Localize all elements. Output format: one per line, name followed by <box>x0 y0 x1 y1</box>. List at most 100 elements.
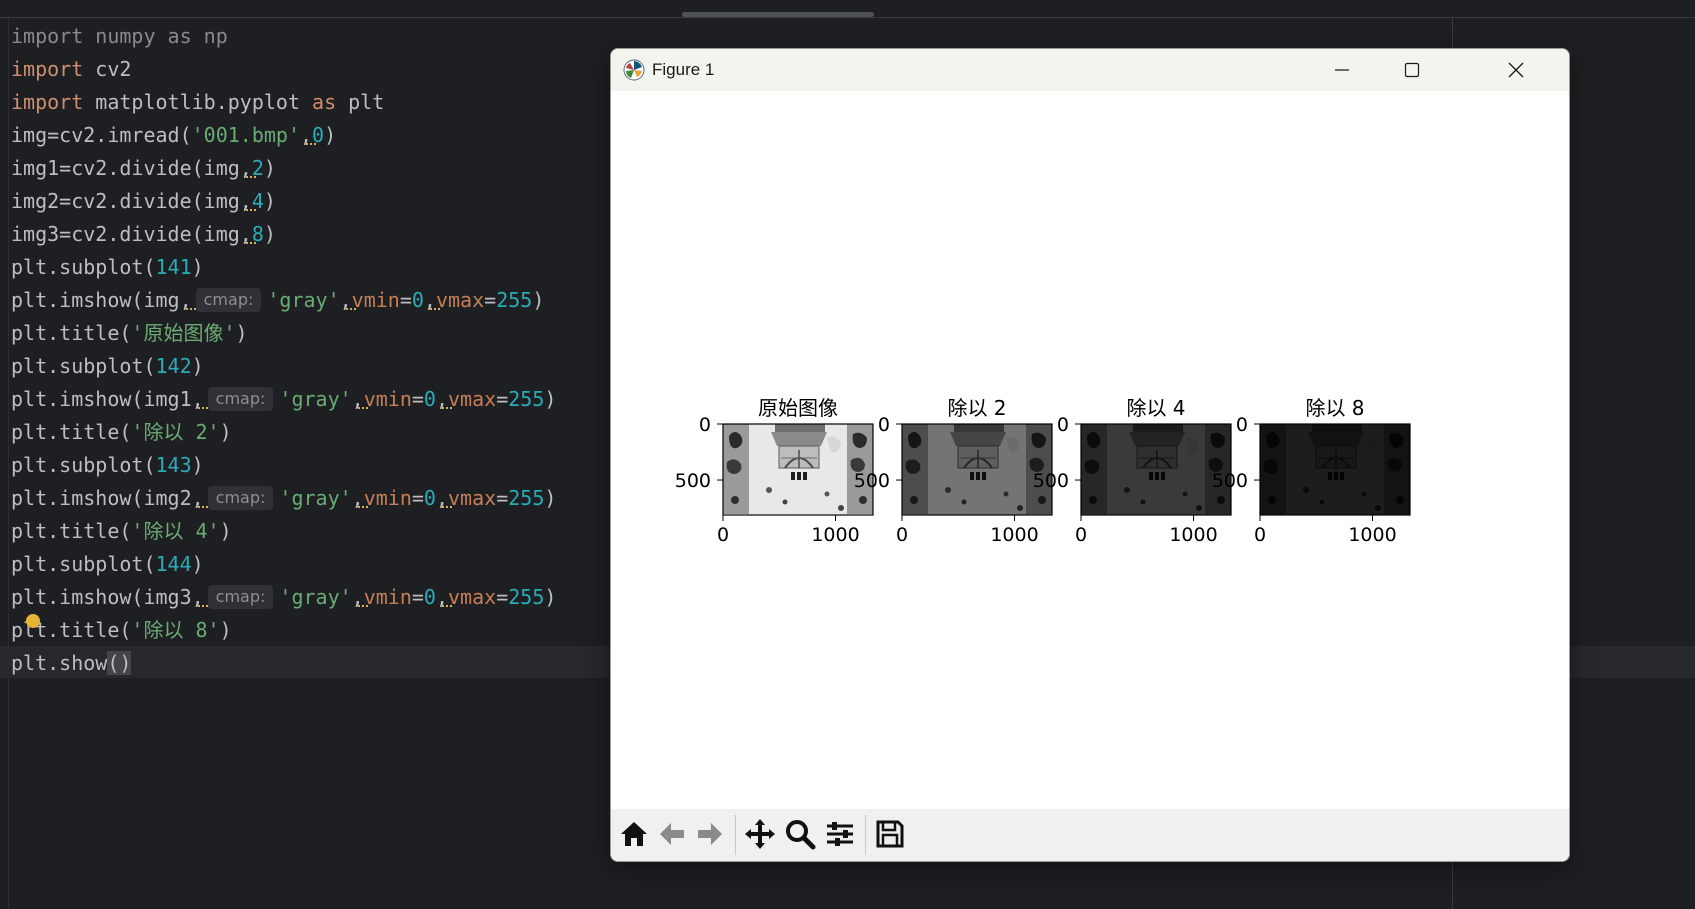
code-token: plt.imshow(img1 <box>11 387 192 411</box>
code-token: 255 <box>496 288 533 312</box>
code-token: matplotlib.pyplot <box>83 90 313 114</box>
code-token: ) <box>219 420 232 444</box>
code-token: vmin <box>351 288 400 312</box>
code-line[interactable]: plt.subplot(143) <box>11 449 556 482</box>
code-line[interactable]: plt.title('原始图像') <box>11 317 556 350</box>
code-token: as <box>312 90 337 114</box>
code-line[interactable]: import cv2 <box>11 53 556 86</box>
back-icon <box>660 823 684 845</box>
code-token: , <box>239 156 252 180</box>
code-line[interactable]: plt.subplot(144) <box>11 548 556 581</box>
code-token: plt <box>336 90 385 114</box>
code-line[interactable]: plt.show() <box>11 647 556 680</box>
code-line[interactable]: plt.title('除以 8') <box>11 614 556 647</box>
code-line[interactable]: plt.imshow(img1, cmap:'gray',vmin=0,vmax=… <box>11 383 556 416</box>
code-token: 'gray' <box>279 585 352 609</box>
code-token: 'gray' <box>279 387 352 411</box>
code-token: '除以 2' <box>131 420 220 444</box>
subplot-axes[interactable]: 除以 8 0 1000 0 500 <box>1212 396 1411 546</box>
code-token: ) <box>191 255 204 279</box>
parameter-hint: cmap: <box>207 387 274 411</box>
code-token: ) <box>219 519 232 543</box>
code-token: plt.imshow(img3 <box>11 585 192 609</box>
back-button[interactable] <box>653 815 691 853</box>
code-token: , <box>191 585 204 609</box>
zoom-icon <box>786 820 816 850</box>
code-line[interactable]: img=cv2.imread('001.bmp',0) <box>11 119 556 152</box>
code-line[interactable]: img3=cv2.divide(img,8) <box>11 218 556 251</box>
code-line[interactable]: img2=cv2.divide(img,4) <box>11 185 556 218</box>
pan-button[interactable] <box>741 815 779 853</box>
code-token: vmin <box>363 387 412 411</box>
code-token: plt.title( <box>11 519 132 543</box>
code-line[interactable]: plt.subplot(141) <box>11 251 556 284</box>
subplot-axes[interactable]: 原始图像 0 1000 0 500 <box>675 396 874 546</box>
y-tick-label: 0 <box>1057 414 1069 436</box>
code-token: 0 <box>423 486 436 510</box>
maximize-button[interactable] <box>1377 49 1447 91</box>
code-token: ) <box>263 156 276 180</box>
code-token: '001.bmp' <box>191 123 300 147</box>
code-token: = <box>411 585 424 609</box>
code-token: , <box>191 486 204 510</box>
code-line[interactable]: plt.imshow(img2, cmap:'gray',vmin=0,vmax=… <box>11 482 556 515</box>
code-token: vmax <box>448 486 497 510</box>
code-line[interactable]: import matplotlib.pyplot as plt <box>11 86 556 119</box>
code-token: , <box>191 387 204 411</box>
code-line[interactable]: plt.imshow(img3, cmap:'gray',vmin=0,vmax=… <box>11 581 556 614</box>
code-token: ) <box>235 321 248 345</box>
code-token: 144 <box>155 552 192 576</box>
code-token: 143 <box>155 453 192 477</box>
forward-button[interactable] <box>691 815 729 853</box>
code-token: 'gray' <box>267 288 340 312</box>
x-tick-label: 0 <box>717 524 729 546</box>
code-token: = <box>411 486 424 510</box>
code-token: ) <box>191 552 204 576</box>
close-button[interactable] <box>1481 49 1551 91</box>
code-token: vmax <box>435 288 485 312</box>
horizontal-scroll-handle[interactable] <box>682 12 874 17</box>
lightbulb-icon[interactable] <box>26 614 40 628</box>
minimize-button[interactable] <box>1307 49 1377 91</box>
code-line[interactable]: import numpy as np <box>11 20 556 53</box>
code-line[interactable]: plt.title('除以 4') <box>11 515 556 548</box>
code-token: 0 <box>423 387 436 411</box>
parameter-hint: cmap: <box>207 486 274 510</box>
pan-icon <box>745 819 775 849</box>
configure-subplots-button[interactable] <box>821 815 859 853</box>
code-token: , <box>351 585 364 609</box>
gutter-divider <box>8 18 9 909</box>
close-icon <box>1508 62 1524 78</box>
code-token: ) <box>324 123 337 147</box>
x-tick-label: 1000 <box>1348 524 1396 546</box>
code-line[interactable]: plt.title('除以 2') <box>11 416 556 449</box>
figure-toolbar[interactable] <box>611 809 1569 861</box>
y-tick-label: 0 <box>1236 414 1248 436</box>
code-token: vmax <box>448 387 497 411</box>
code-line[interactable]: img1=cv2.divide(img,2) <box>11 152 556 185</box>
code-token: = <box>496 585 509 609</box>
home-button[interactable] <box>615 815 653 853</box>
code-token: () <box>107 651 132 675</box>
zoom-button[interactable] <box>781 815 819 853</box>
code-line[interactable]: plt.subplot(142) <box>11 350 556 383</box>
code-token: ) <box>263 189 276 213</box>
save-button[interactable] <box>871 815 909 853</box>
code-token: , <box>435 387 449 411</box>
code-token: = <box>484 288 497 312</box>
code-token: = <box>399 288 412 312</box>
code-token: , <box>351 486 364 510</box>
code-line[interactable]: plt.imshow(img, cmap:'gray',vmin=0,vmax=2… <box>11 284 556 317</box>
subplot-axes[interactable]: 除以 2 0 1000 0 500 <box>854 396 1053 546</box>
subplot-axes[interactable]: 除以 4 0 1000 0 500 <box>1033 396 1232 546</box>
code-token: , <box>239 189 252 213</box>
x-tick-label: 1000 <box>990 524 1038 546</box>
figure-window[interactable]: Figure 1 原始图像 0 1000 0 500 除以 2 0 1000 0… <box>610 48 1570 862</box>
window-titlebar[interactable]: Figure 1 <box>611 49 1569 91</box>
code-token: 255 <box>508 387 545 411</box>
x-tick-label: 0 <box>896 524 908 546</box>
figure-canvas[interactable]: 原始图像0 10000500除以 20 10000500除以 40 10000500除… <box>611 91 1569 809</box>
code-token: plt.title( <box>11 321 132 345</box>
code-token: = <box>496 387 509 411</box>
code-lines[interactable]: import numpy as np import cv2 import matpl… <box>11 20 556 680</box>
